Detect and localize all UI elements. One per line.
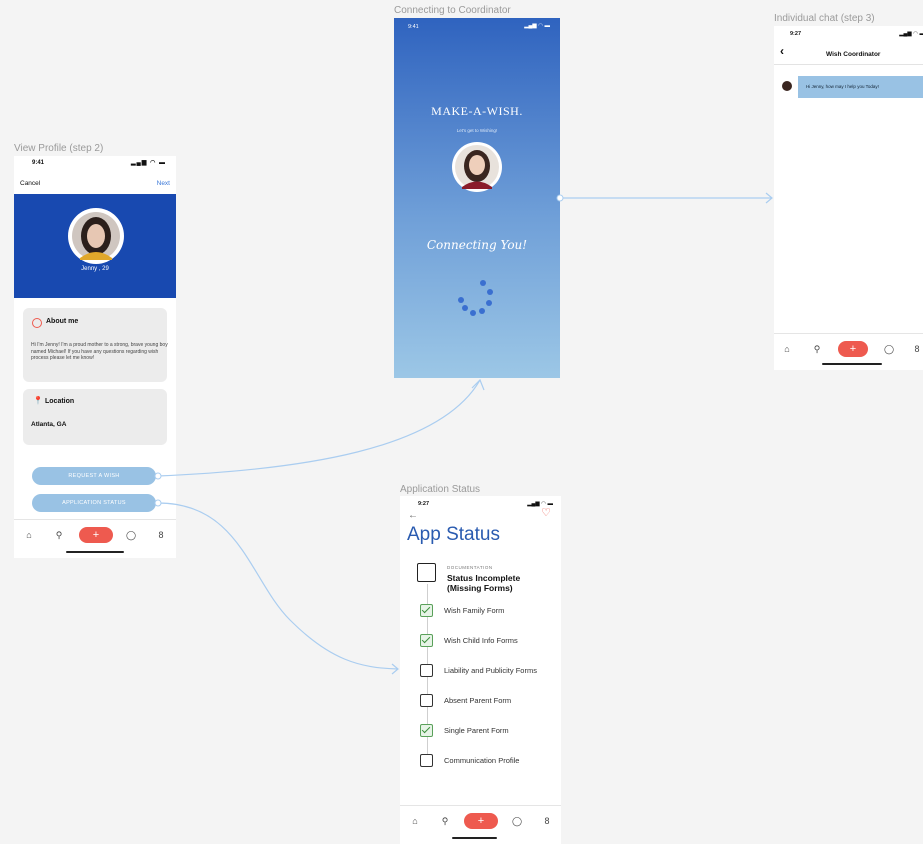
form-item-label: Liability and Publicity Forms	[444, 666, 537, 675]
person-icon[interactable]: 8	[154, 530, 168, 540]
person-icon[interactable]: 8	[910, 344, 923, 354]
status-time: 9:27	[790, 31, 802, 37]
about-card: About me Hi I'm Jenny! I'm a proud mothe…	[23, 308, 168, 382]
header-wave	[14, 286, 176, 297]
application-status-button[interactable]: APPLICATION STATUS	[32, 494, 156, 512]
location-card: 📍 Location Atlanta, GA	[23, 389, 167, 445]
next-button[interactable]: Next	[157, 180, 170, 187]
search-icon[interactable]: ⚲	[810, 344, 824, 355]
search-icon[interactable]: ⚲	[438, 816, 452, 827]
frame-label-connecting: Connecting to Coordinator	[394, 5, 511, 16]
signal-wifi-battery-icon: ▂▄▆ ◠ ▬	[899, 31, 923, 37]
back-chevron-icon[interactable]: ‹	[780, 44, 784, 58]
connector-request-to-connecting	[157, 379, 481, 477]
home-icon[interactable]: ⌂	[22, 530, 36, 540]
plus-icon[interactable]: +	[464, 813, 498, 829]
frame-label-status: Application Status	[400, 484, 481, 495]
message-text: Hi Jenny, how may I help you Today!	[806, 84, 879, 89]
form-item-label: Single Parent Form	[444, 726, 509, 735]
coordinator-portrait-icon	[455, 145, 499, 189]
unchecked-checkbox-icon[interactable]	[420, 694, 433, 707]
frame-label-chat: Individual chat (step 3)	[774, 13, 875, 24]
plus-icon[interactable]: +	[79, 527, 113, 543]
loading-spinner-icon	[458, 280, 493, 316]
make-a-wish-logo: MAKE-A-WISH.	[431, 104, 523, 118]
documentation-label: DOCUMENTATION	[447, 565, 493, 570]
smile-icon	[32, 318, 42, 328]
status-time: 9:41	[32, 160, 45, 166]
checked-checkbox-icon[interactable]	[420, 634, 433, 647]
signal-wifi-battery-icon: ▂▄▆ ◠ ▬	[130, 160, 166, 166]
chat-bubble-icon[interactable]: ◯	[124, 530, 138, 541]
chat-screen: 9:27 ▂▄▆ ◠ ▬ ‹ Wish Coordinator Hi Jenny…	[774, 26, 923, 370]
chat-title: Wish Coordinator	[826, 51, 881, 58]
home-icon[interactable]: ⌂	[780, 344, 794, 354]
status-screen: 9:27 ▂▄▆ ◠ ▬ ← ♡ App Status DOCUMENTATIO…	[400, 496, 561, 844]
checked-checkbox-icon[interactable]	[420, 604, 433, 617]
form-item-label: Wish Child Info Forms	[444, 636, 518, 645]
home-indicator	[452, 837, 497, 839]
documentation-status: Status Incomplete (Missing Forms)	[447, 573, 521, 593]
heart-icon[interactable]: ♡	[541, 506, 551, 519]
tagline: Let's get to Wishing!	[456, 128, 498, 133]
plus-icon[interactable]: +	[838, 341, 868, 357]
form-item-label: Absent Parent Form	[444, 696, 512, 705]
location-title: Location	[45, 398, 75, 405]
checked-checkbox-icon[interactable]	[420, 724, 433, 737]
form-item-label: Communication Profile	[444, 756, 520, 765]
signal-wifi-battery-icon: ▂▄▆ ◠ ▬	[524, 23, 550, 29]
connector-status-to-app-status	[157, 502, 399, 670]
avatar	[68, 208, 124, 264]
unchecked-checkbox-icon[interactable]	[420, 664, 433, 677]
connecting-text: Connecting You!	[426, 238, 528, 252]
person-icon[interactable]: 8	[540, 816, 554, 826]
request-wish-button[interactable]: REQUEST A WISH	[32, 467, 156, 485]
chat-bubble-icon[interactable]: ◯	[510, 816, 524, 827]
tab-bar: ⌂ ⚲ + ◯ 8	[774, 333, 923, 370]
about-text: Hi I'm Jenny! I'm a proud mother to a st…	[31, 342, 168, 361]
coordinator-avatar	[452, 142, 502, 192]
tab-bar: ⌂ ⚲ + ◯ 8	[400, 805, 561, 844]
location-pin-icon: 📍	[33, 396, 43, 405]
status-time: 9:41	[408, 24, 419, 30]
coordinator-avatar-small	[782, 81, 792, 91]
page-title: App Status	[407, 524, 500, 545]
unchecked-checkbox-icon[interactable]	[420, 754, 433, 767]
search-icon[interactable]: ⚲	[52, 530, 66, 541]
tab-bar: ⌂ ⚲ + ◯ 8	[14, 519, 176, 558]
documentation-checkbox	[417, 563, 436, 582]
avatar-portrait-icon	[72, 212, 120, 260]
about-title: About me	[46, 318, 79, 325]
chat-bubble-icon[interactable]: ◯	[882, 344, 896, 355]
status-bar: 9:41 ▂▄▆ ◠ ▬	[14, 156, 176, 170]
form-item-label: Wish Family Form	[444, 606, 505, 615]
home-indicator	[822, 363, 882, 365]
connecting-screen: 9:41 ▂▄▆ ◠ ▬ MAKE-A-WISH. Let's get to W…	[394, 18, 560, 378]
chat-divider	[774, 64, 923, 65]
frame-label-profile: View Profile (step 2)	[14, 143, 104, 154]
message-bubble: Hi Jenny, how may I help you Today!	[798, 76, 923, 98]
location-value: Atlanta, GA	[31, 421, 67, 428]
status-time: 9:27	[418, 501, 430, 507]
home-icon[interactable]: ⌂	[408, 816, 422, 826]
cancel-button[interactable]: Cancel	[20, 180, 40, 187]
back-arrow-icon[interactable]: ←	[408, 510, 418, 521]
home-indicator	[66, 551, 124, 553]
profile-screen: 9:41 ▂▄▆ ◠ ▬ Cancel Next Jenny , 29 Abou…	[14, 156, 176, 558]
profile-name: Jenny , 29	[81, 266, 109, 272]
